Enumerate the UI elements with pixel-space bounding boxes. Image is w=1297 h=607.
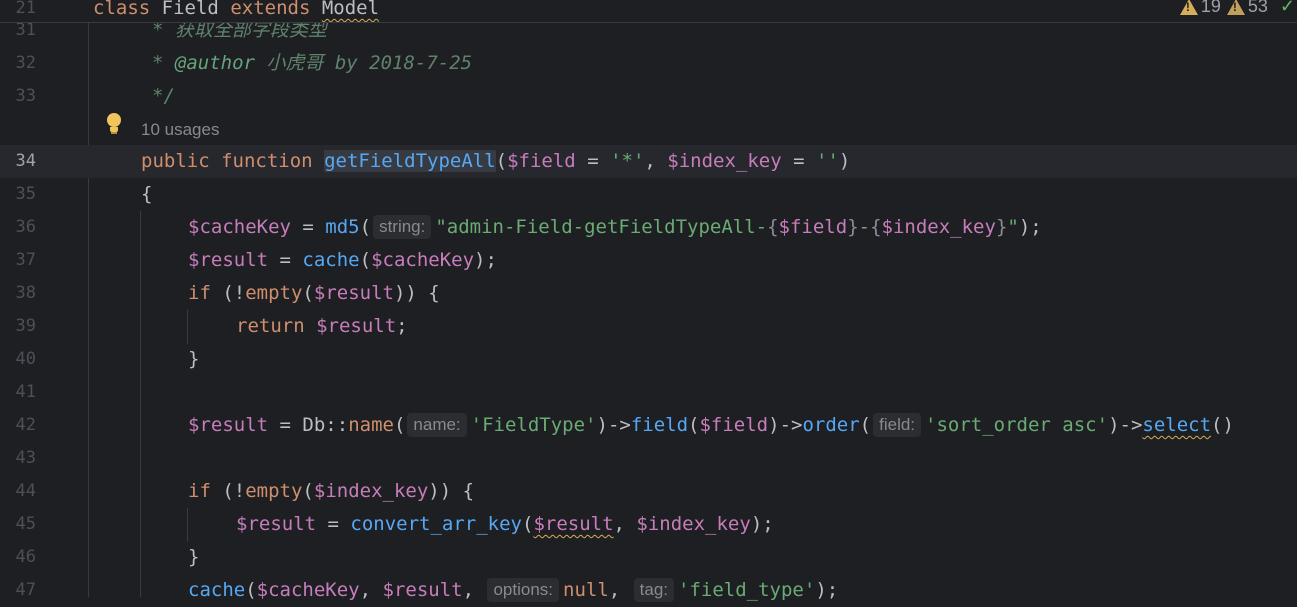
line-number: 21 <box>15 0 36 18</box>
code-line[interactable]: 32 * @author 小虎哥 by 2018-7-25 <box>0 47 1297 80</box>
line-number: 43 <box>15 448 36 468</box>
sticky-scope-header[interactable]: 21 class Field extends Model 19 53 ✓ <box>0 0 1297 23</box>
code-line[interactable]: 43 <box>0 442 1297 475</box>
open-brace: { <box>141 183 153 205</box>
if-statement: if (!empty($index_key)) { <box>188 480 475 502</box>
function-signature: public function getFieldTypeAll($field =… <box>141 150 851 172</box>
code-line-current[interactable]: 34 public function getFieldTypeAll($fiel… <box>0 145 1297 178</box>
inspection-widget[interactable]: 19 53 ✓ <box>1179 0 1297 17</box>
code-line[interactable]: 38 if (!empty($result)) { <box>0 277 1297 310</box>
code-line[interactable]: 42 $result = Db::name(name: 'FieldType')-… <box>0 409 1297 442</box>
line-number: 42 <box>15 415 36 435</box>
line-number: 47 <box>15 580 36 600</box>
close-brace: } <box>188 348 200 370</box>
code-line[interactable]: 41 <box>0 376 1297 409</box>
line-number: 37 <box>15 250 36 270</box>
warnings-counter[interactable]: 19 <box>1179 0 1221 17</box>
line-number: 45 <box>15 514 36 534</box>
statement: cache($cacheKey, $result, options: null, … <box>188 578 839 602</box>
code-line[interactable]: 35 { <box>0 178 1297 211</box>
param-hint: tag: <box>633 578 675 602</box>
code-line[interactable]: 40 } <box>0 343 1297 376</box>
code-line[interactable]: 36 $cacheKey = md5(string: "admin-Field-g… <box>0 211 1297 244</box>
param-hint: field: <box>873 413 922 437</box>
line-number: 36 <box>15 217 36 237</box>
return-statement: return $result; <box>236 315 408 337</box>
code-line[interactable]: 45 $result = convert_arr_key($result, $i… <box>0 508 1297 541</box>
code-line[interactable]: 47 cache($cacheKey, $result, options: nul… <box>0 574 1297 607</box>
checkmark-icon[interactable]: ✓ <box>1280 0 1295 17</box>
line-number: 34 <box>15 151 36 171</box>
param-hint: string: <box>373 215 432 239</box>
line-number: 32 <box>15 53 36 73</box>
line-number: 38 <box>15 283 36 303</box>
lightbulb-icon[interactable] <box>105 113 123 135</box>
code-editor[interactable]: 31 * 获取全部字段类型 32 * @author 小虎哥 by 2018-7… <box>0 0 1297 602</box>
if-statement: if (!empty($result)) { <box>188 282 440 304</box>
line-number: 44 <box>15 481 36 501</box>
statement: $result = convert_arr_key($result, $inde… <box>236 513 774 535</box>
code-line[interactable]: 37 $result = cache($cacheKey); <box>0 244 1297 277</box>
close-brace: } <box>188 546 200 568</box>
line-number: 41 <box>15 382 36 402</box>
statement: $cacheKey = md5(string: "admin-Field-getF… <box>188 215 1042 239</box>
class-declaration: class Field extends Model <box>93 0 380 19</box>
warning-icon <box>1179 0 1198 15</box>
statement: $result = cache($cacheKey); <box>188 249 497 271</box>
query-statement: $result = Db::name(name: 'FieldType')->fi… <box>188 413 1234 437</box>
line-number: 46 <box>15 547 36 567</box>
code-line[interactable]: 39 return $result; <box>0 310 1297 343</box>
doc-comment: * @author 小虎哥 by 2018-7-25 <box>152 52 473 74</box>
comment-end: */ <box>152 85 175 107</box>
function-name: getFieldTypeAll <box>324 150 496 172</box>
line-number: 39 <box>15 316 36 336</box>
code-line[interactable]: 33 */ <box>0 80 1297 113</box>
line-number: 33 <box>15 86 36 106</box>
weak-warnings-counter[interactable]: 53 <box>1226 0 1268 17</box>
weak-warning-icon <box>1226 0 1245 15</box>
param-hint: name: <box>407 413 467 437</box>
param-hint: options: <box>487 578 560 602</box>
code-line[interactable]: 46 } <box>0 541 1297 574</box>
line-number: 35 <box>15 184 36 204</box>
line-number: 40 <box>15 349 36 369</box>
usages-link[interactable]: 10 usages <box>141 113 219 146</box>
code-line[interactable]: 44 if (!empty($index_key)) { <box>0 475 1297 508</box>
